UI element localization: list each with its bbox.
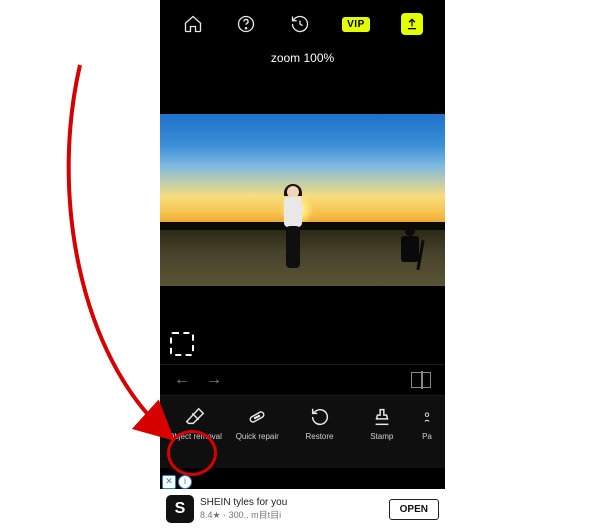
ad-banner[interactable]: ✕ i S SHEIN tyles for you 8.4★ · 300.. m… [160, 489, 445, 529]
selection-tool-icon[interactable] [170, 332, 194, 356]
photo-preview [160, 114, 445, 286]
compare-button[interactable] [411, 372, 431, 388]
more-icon [416, 406, 438, 428]
vip-badge[interactable]: VIP [342, 17, 370, 32]
ad-info-icon[interactable]: i [178, 475, 192, 489]
tool-object-removal[interactable]: Object removal [168, 406, 222, 441]
tool-label: Restore [305, 432, 333, 441]
ad-logo: S [166, 495, 194, 523]
zoom-label: zoom 100% [160, 48, 445, 74]
canvas-area[interactable] [160, 74, 445, 364]
ad-close-icon[interactable]: ✕ [162, 475, 176, 489]
home-icon[interactable] [182, 13, 204, 35]
export-button[interactable] [401, 13, 423, 35]
tool-label: Stamp [370, 432, 393, 441]
stamp-icon [371, 406, 393, 428]
restore-icon [309, 406, 331, 428]
subject-photographer [395, 226, 435, 274]
redo-button[interactable]: → [206, 371, 222, 389]
tools-row: Object removal Quick repair Restore Stam… [160, 395, 445, 468]
undo-button[interactable]: ← [174, 371, 190, 389]
tool-stamp[interactable]: Stamp [355, 406, 409, 441]
tool-more[interactable]: Pa [417, 406, 437, 441]
history-bar: ← → [160, 364, 445, 395]
eraser-icon [184, 406, 206, 428]
ad-subtitle: 8.4★ · 300.. m目t目i [200, 508, 389, 521]
tool-quick-repair[interactable]: Quick repair [230, 406, 284, 441]
ad-title: SHEIN tyles for you [200, 497, 389, 508]
subject-person [278, 186, 308, 274]
help-icon[interactable] [235, 13, 257, 35]
ad-text: SHEIN tyles for you 8.4★ · 300.. m目t目i [200, 497, 389, 521]
tool-restore[interactable]: Restore [293, 406, 347, 441]
top-toolbar: VIP [160, 0, 445, 48]
tool-label: Object removal [168, 432, 222, 441]
tool-label: Pa [422, 432, 432, 441]
bandage-icon [246, 406, 268, 428]
tool-label: Quick repair [236, 432, 279, 441]
app-screen: VIP zoom 100% ← → [160, 0, 445, 529]
history-icon[interactable] [289, 13, 311, 35]
ad-open-button[interactable]: OPEN [389, 499, 439, 520]
